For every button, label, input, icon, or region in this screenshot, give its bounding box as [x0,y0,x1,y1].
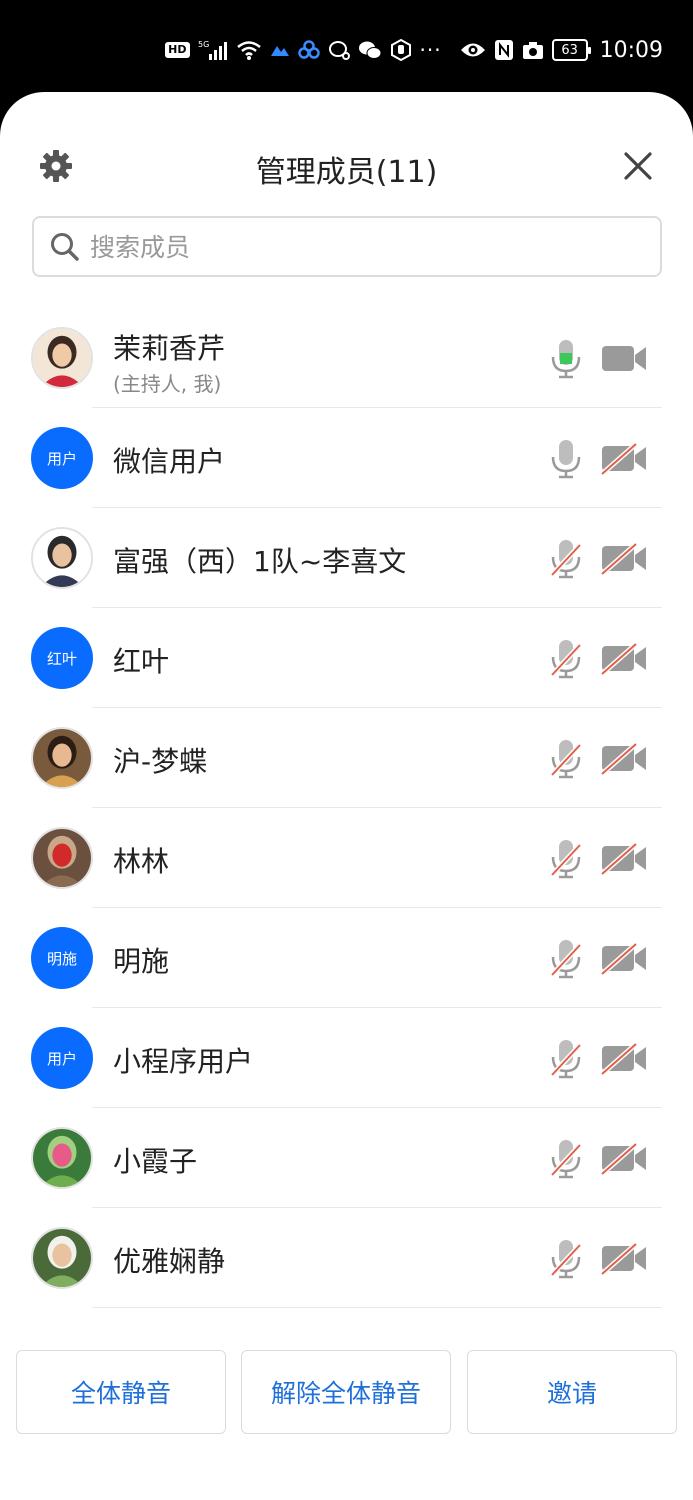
camera-off-icon[interactable] [600,941,648,975]
member-role: (主持人, 我) [113,372,222,396]
hand-icon [390,39,411,61]
member-name: 红叶 [113,645,170,678]
member-row[interactable]: 茉莉香芹 (主持人, 我) [0,308,693,408]
battery-icon: 63 [551,39,591,61]
mic-muted-icon[interactable] [548,1239,584,1279]
mute-all-button[interactable]: 全体静音 [16,1350,226,1434]
member-name: 小程序用户 [113,1045,254,1078]
status-icons: HD 5G ··· 63 10:09 [165,33,663,67]
nfc-icon [494,40,513,60]
member-row[interactable]: 用户 小程序用户 [0,1008,693,1108]
eye-icon [460,43,485,57]
mic-muted-icon[interactable] [548,939,584,979]
avatar-image [33,729,91,787]
wechat-icon [358,41,382,59]
footer-actions: 全体静音 解除全体静音 邀请 [0,1350,693,1436]
microphone-icon[interactable] [548,439,584,479]
member-row[interactable]: 林林 [0,808,693,908]
signal-icon: 5G [198,40,227,60]
mic-muted-icon[interactable] [548,539,584,579]
avatar-photo [31,327,93,389]
camera-icon [522,42,543,59]
microphone-icon[interactable] [548,339,584,379]
member-name: 林林 [113,845,170,878]
avatar-image [33,829,91,887]
camera-off-icon[interactable] [600,441,648,475]
mic-muted-icon[interactable] [548,639,584,679]
search-input[interactable] [90,226,650,268]
member-row[interactable]: 明施 明施 [0,908,693,1008]
manage-members-sheet: 管理成员(11) 茉莉香芹(主持人, 我)用户微信用户富强（西）1队~李喜文红叶… [0,92,693,1500]
avatar-image [33,1229,91,1287]
member-row[interactable]: 沪-梦蝶 [0,708,693,808]
member-name: 茉莉香芹 [113,332,226,365]
clock: 10:09 [599,37,663,63]
unmute-all-button[interactable]: 解除全体静音 [241,1350,451,1434]
camera-off-icon[interactable] [600,541,648,575]
camera-off-icon[interactable] [600,1041,648,1075]
cloud-icon [297,40,320,59]
member-row[interactable]: 红叶 红叶 [0,608,693,708]
more-dots-icon: ··· [419,38,442,62]
mic-muted-icon[interactable] [548,839,584,879]
member-name: 明施 [113,945,170,978]
avatar: 用户 [31,1027,93,1089]
avatar-photo [31,527,93,589]
member-row[interactable]: 优雅娴静 [0,1208,693,1308]
member-name: 小霞子 [113,1145,198,1178]
member-name: 沪-梦蝶 [113,745,208,778]
member-name: 优雅娴静 [113,1245,226,1278]
hd-icon: HD [165,42,190,58]
app-icon [270,46,289,56]
avatar-image [33,329,91,387]
message-icon [328,41,350,60]
member-row[interactable]: 富强（西）1队~李喜文 [0,508,693,608]
member-row[interactable]: 用户 微信用户 [0,408,693,508]
avatar-photo [31,1127,93,1189]
video-camera-icon[interactable] [600,341,648,375]
avatar-photo [31,727,93,789]
avatar-image [33,529,91,587]
avatar: 红叶 [31,627,93,689]
status-bar: HD 5G ··· 63 10:09 [0,0,693,96]
row-divider [92,1307,662,1308]
avatar: 明施 [31,927,93,989]
mic-muted-icon[interactable] [548,739,584,779]
camera-off-icon[interactable] [600,741,648,775]
network-type: 5G [198,40,209,49]
mic-muted-icon[interactable] [548,1039,584,1079]
camera-off-icon[interactable] [600,1141,648,1175]
wifi-icon [236,41,261,60]
avatar: 用户 [31,427,93,489]
search-icon [51,233,79,261]
member-list: 茉莉香芹 (主持人, 我) 用户 微信用户 富强（西）1队~李喜文 红叶 红叶 沪-梦蝶 林林明… [0,308,693,1308]
camera-off-icon[interactable] [600,641,648,675]
camera-off-icon[interactable] [600,841,648,875]
member-name: 微信用户 [113,445,226,478]
mic-muted-icon[interactable] [548,1139,584,1179]
battery-level: 63 [561,42,578,58]
member-name: 富强（西）1队~李喜文 [113,545,407,578]
search-box[interactable] [32,216,662,277]
member-row[interactable]: 小霞子 [0,1108,693,1208]
camera-off-icon[interactable] [600,1241,648,1275]
invite-button[interactable]: 邀请 [467,1350,677,1434]
page-title: 管理成员(11) [255,155,438,190]
avatar-photo [31,1227,93,1289]
avatar-photo [31,827,93,889]
avatar-image [33,1129,91,1187]
close-icon[interactable] [620,148,656,184]
